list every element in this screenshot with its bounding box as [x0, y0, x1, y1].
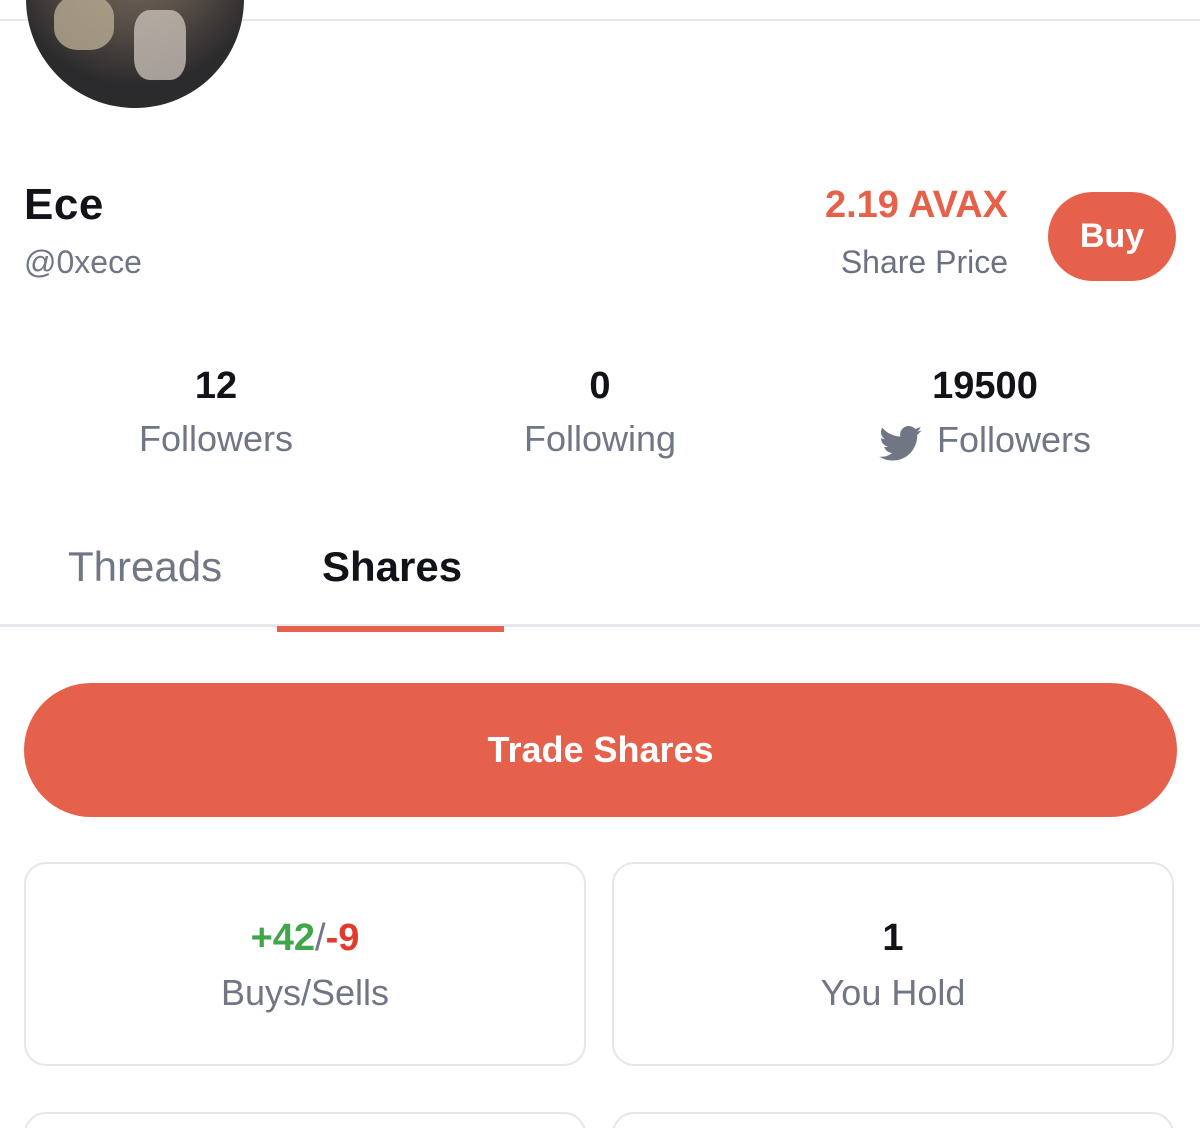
share-price: 2.19 AVAX: [824, 184, 1008, 226]
tab-shares[interactable]: Shares: [322, 543, 462, 591]
stats-card: [24, 1112, 586, 1128]
profile-name: Ece: [24, 180, 104, 229]
profile-page: Ece @0xece 2.19 AVAX Share Price Buy 12 …: [0, 0, 1200, 1128]
followers-label: Followers: [138, 418, 294, 459]
buys-sells-value: +42/-9: [26, 916, 584, 960]
you-hold-card: 1 You Hold: [612, 862, 1174, 1066]
buys-sells-separator: /: [315, 917, 326, 959]
buys-sells-label: Buys/Sells: [220, 972, 390, 1013]
trade-shares-button[interactable]: Trade Shares: [24, 683, 1177, 817]
stats-card: [612, 1112, 1174, 1128]
following-stat[interactable]: 0 Following: [410, 362, 790, 460]
twitter-followers-label: Followers: [936, 419, 1092, 460]
followers-stat[interactable]: 12 Followers: [26, 362, 406, 460]
active-tab-indicator: [277, 626, 504, 632]
tab-threads[interactable]: Threads: [68, 543, 222, 591]
avatar[interactable]: [26, 0, 244, 108]
twitter-followers-stat[interactable]: 19500 Followers: [795, 362, 1175, 462]
share-price-label: Share Price: [840, 244, 1008, 280]
following-label: Following: [523, 418, 677, 459]
you-hold-label: You Hold: [820, 972, 966, 1013]
following-count: 0: [589, 365, 611, 407]
buys-count: +42: [250, 917, 316, 959]
you-hold-value: 1: [882, 917, 904, 959]
twitter-bird-icon: [879, 426, 922, 461]
followers-count: 12: [194, 365, 238, 407]
sells-count: -9: [325, 917, 360, 959]
buy-button[interactable]: Buy: [1048, 192, 1176, 281]
buys-sells-card: +42/-9 Buys/Sells: [24, 862, 586, 1066]
twitter-followers-count: 19500: [932, 365, 1038, 407]
tabs-divider: [0, 624, 1200, 627]
profile-handle: @0xece: [24, 244, 142, 280]
